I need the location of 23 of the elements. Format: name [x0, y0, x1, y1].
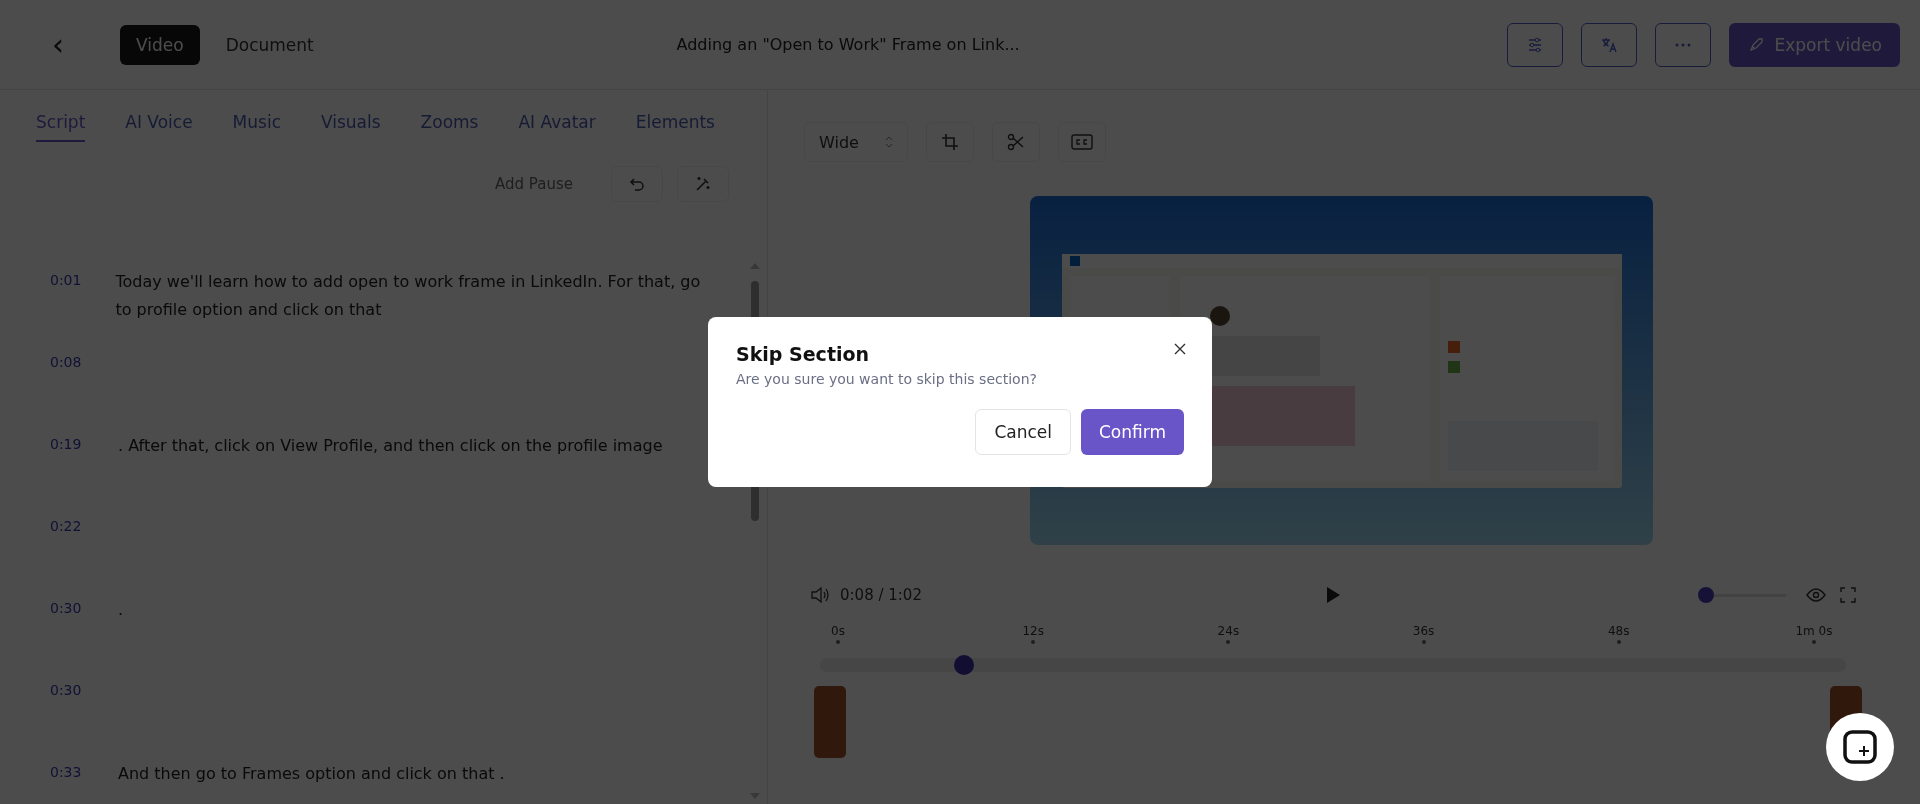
timestamp: 0:33 [50, 763, 83, 780]
add-frame-icon [1843, 730, 1877, 764]
playback-time: 0:08 / 1:02 [840, 586, 922, 604]
tick-label: 36s [1412, 624, 1435, 638]
dialog-message: Are you sure you want to skip this section? [736, 371, 1038, 387]
tick-label: 0s [831, 624, 845, 638]
tick-label: 48s [1608, 624, 1630, 638]
dialog-title: Skip Section [736, 343, 870, 365]
tick-label: 12s [1022, 624, 1044, 638]
timestamp: 0:08 [50, 353, 83, 370]
back-button[interactable]: ‹ [44, 29, 72, 60]
confirm-button[interactable]: Confirm [1081, 409, 1184, 455]
project-title: Adding an "Open to Work" Frame on Link... [675, 35, 1021, 54]
close-icon [1174, 343, 1186, 355]
cancel-button[interactable]: Cancel [975, 409, 1071, 455]
timestamp: 0:30 [50, 599, 83, 616]
timestamp: 0:22 [50, 517, 83, 534]
timestamp: 0:19 [50, 435, 83, 452]
timestamp: 0:30 [50, 681, 83, 698]
tick-label: 24s [1217, 624, 1240, 638]
tick-label: 1m 0s [1795, 624, 1833, 638]
timestamp: 0:01 [50, 271, 82, 288]
view-tab[interactable]: Document [209, 24, 330, 65]
